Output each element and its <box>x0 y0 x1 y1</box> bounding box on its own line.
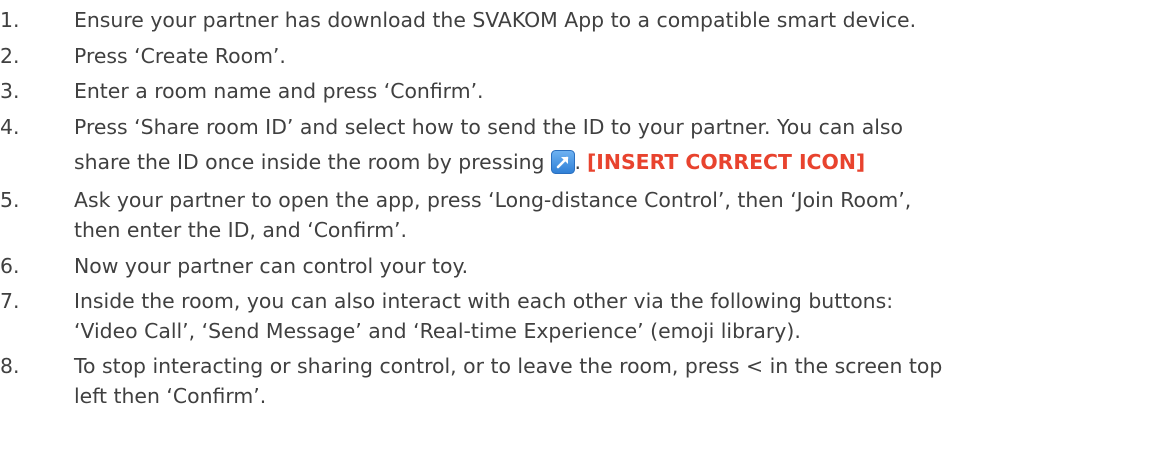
step-text: left then ‘Confirm’. <box>74 383 267 408</box>
step-6: 6. Now your partner can control your toy… <box>0 252 1156 282</box>
step-text-with-icon: share the ID once inside the room by pre… <box>74 142 1156 180</box>
step-number: 6. <box>0 253 20 278</box>
step-2: 2. Press ‘Create Room’. <box>0 42 1156 72</box>
step-text: Ask your partner to open the app, press … <box>74 188 912 213</box>
step-number: 3. <box>0 79 20 104</box>
step-text: Press ‘Create Room’. <box>74 43 286 68</box>
step-5: 5. Ask your partner to open the app, pre… <box>0 186 1156 245</box>
step-8: 8. To stop interacting or sharing contro… <box>0 352 1156 411</box>
step-number: 4. <box>0 114 20 139</box>
step-text: Ensure your partner has download the SVA… <box>74 8 917 32</box>
step-number: 2. <box>0 43 20 68</box>
step-text: Inside the room, you can also interact w… <box>74 289 894 314</box>
step-text: then enter the ID, and ‘Confirm’. <box>74 217 408 242</box>
step-number: 5. <box>0 188 20 213</box>
step-1: 1. Ensure your partner has download the … <box>0 6 1156 36</box>
step-text: To stop interacting or sharing control, … <box>74 354 943 379</box>
step-3: 3. Enter a room name and press ‘Confirm’… <box>0 77 1156 107</box>
step-text: Press ‘Share room ID’ and select how to … <box>74 114 903 139</box>
step-number: 8. <box>0 354 20 379</box>
share-arrow-icon <box>550 150 575 175</box>
step-number: 7. <box>0 289 20 314</box>
step-text: Enter a room name and press ‘Confirm’. <box>74 79 484 104</box>
step-text-period: . <box>574 150 581 175</box>
step-number: 1. <box>0 8 20 32</box>
step-4: 4. Press ‘Share room ID’ and select how … <box>0 113 1156 181</box>
step-text: ‘Video Call’, ‘Send Message’ and ‘Real-t… <box>74 318 801 343</box>
step-text: Now your partner can control your toy. <box>74 253 469 278</box>
step-text-tail: share the ID once inside the room by pre… <box>74 150 545 175</box>
insert-icon-placeholder: [INSERT CORRECT ICON] <box>586 150 866 175</box>
instruction-list: 1. Ensure your partner has download the … <box>0 6 1156 418</box>
step-7: 7. Inside the room, you can also interac… <box>0 287 1156 346</box>
